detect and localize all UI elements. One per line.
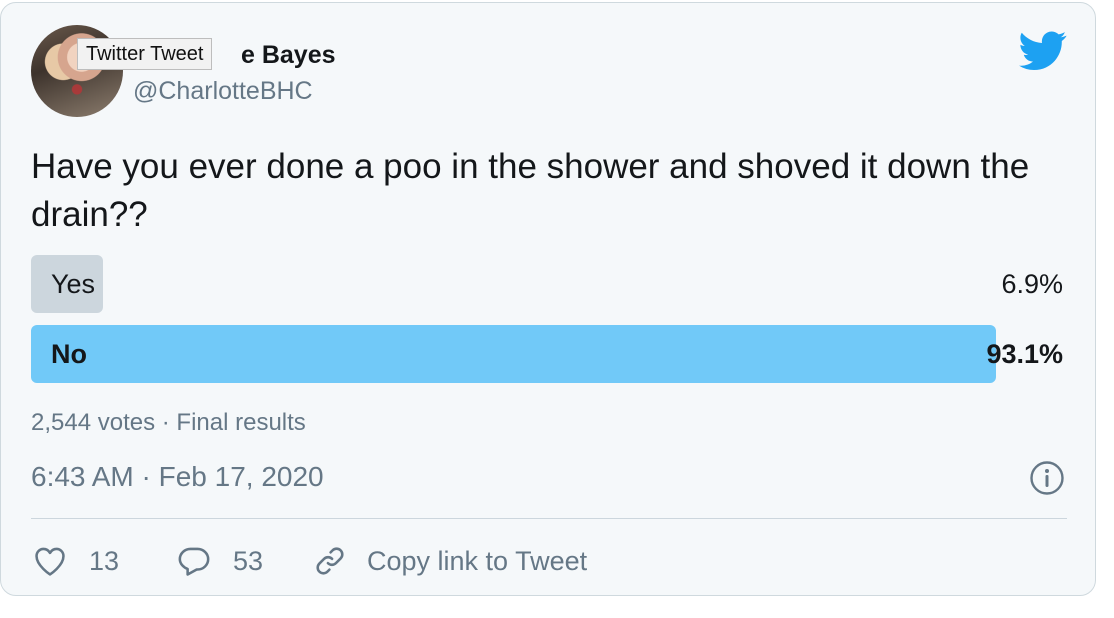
reply-action[interactable]: 53 — [177, 539, 263, 583]
copy-link-label: Copy link to Tweet — [367, 545, 588, 576]
copy-link-action[interactable]: Copy link to Tweet — [313, 539, 587, 583]
twitter-bird-icon[interactable] — [1019, 31, 1067, 71]
poll-option-yes-percent: 6.9% — [1001, 269, 1063, 299]
heart-icon[interactable] — [33, 545, 67, 577]
poll-option-no-percent: 93.1% — [986, 339, 1063, 369]
link-icon[interactable] — [313, 544, 347, 578]
username[interactable]: @CharlotteBHC — [133, 75, 313, 107]
tooltip: Twitter Tweet — [77, 38, 213, 70]
info-icon[interactable] — [1029, 460, 1065, 496]
divider — [31, 518, 1067, 519]
poll-summary: 2,544 votes · Final results — [31, 409, 306, 436]
tweet-card[interactable]: e Bayes Twitter Tweet @CharlotteBHC Have… — [0, 2, 1096, 596]
like-count: 13 — [89, 545, 120, 576]
like-action[interactable]: 13 — [33, 539, 119, 583]
poll-option-no-label: No — [51, 339, 87, 369]
tweet-text: Have you ever done a poo in the shower a… — [31, 147, 1030, 234]
poll-bar-no — [31, 325, 996, 383]
reply-icon[interactable] — [177, 545, 211, 577]
display-name[interactable]: e Bayes — [241, 39, 336, 71]
tweet-timestamp[interactable]: 6:43 AM · Feb 17, 2020 — [31, 459, 324, 495]
reply-count: 53 — [233, 545, 264, 576]
poll-option-yes-label: Yes — [51, 269, 96, 299]
